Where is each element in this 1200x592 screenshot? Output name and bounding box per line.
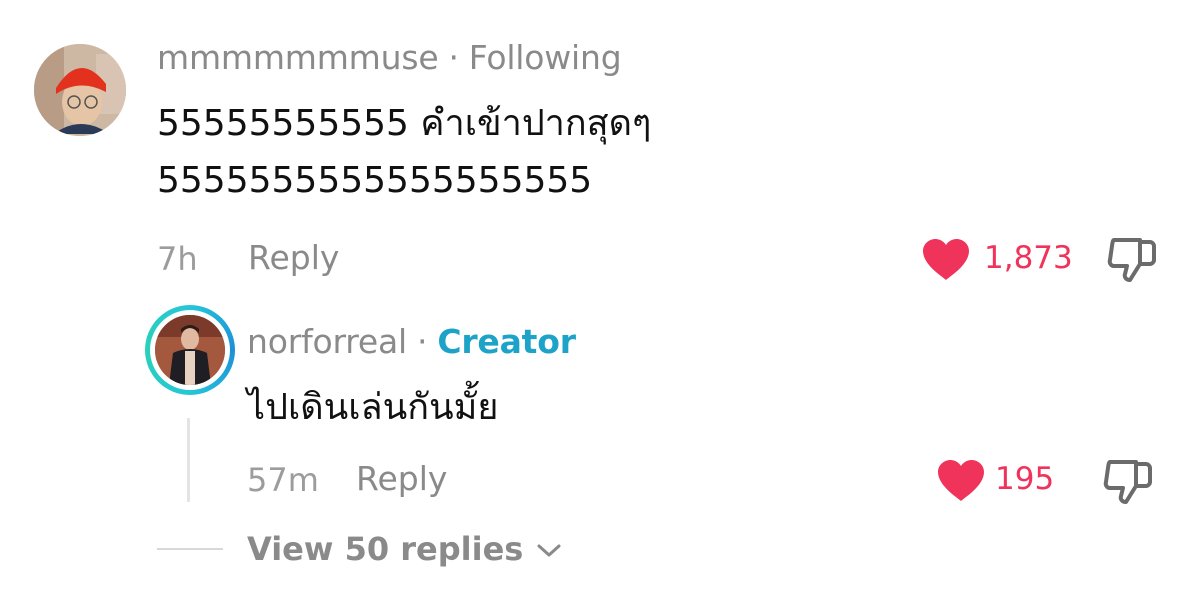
creator-badge: Creator xyxy=(437,322,576,361)
heart-icon xyxy=(923,239,969,280)
header-separator: · xyxy=(448,38,459,77)
reply-dislike-button[interactable] xyxy=(1102,458,1154,510)
reply-reply-button[interactable]: Reply xyxy=(356,459,447,498)
avatar-image xyxy=(155,315,225,385)
thread-line xyxy=(187,418,190,502)
reply-username[interactable]: norforreal xyxy=(247,322,407,361)
reply-like-count: 195 xyxy=(995,461,1055,497)
comment-like-count: 1,873 xyxy=(984,240,1073,276)
chevron-down-icon xyxy=(537,544,561,557)
comment-thread: mmmmmmmuse · Following 55555555555 คำเข้าป… xyxy=(0,0,1200,592)
comment-text-line-2: 5555555555555555555 xyxy=(157,160,593,201)
reply-header: norforreal · Creator xyxy=(247,322,576,361)
comment-reply-button[interactable]: Reply xyxy=(248,238,339,277)
view-replies-divider xyxy=(157,548,223,550)
thumbs-down-icon xyxy=(1103,460,1152,504)
commenter-username[interactable]: mmmmmmmuse xyxy=(157,38,439,77)
commenter-avatar[interactable] xyxy=(34,44,126,136)
header-separator: · xyxy=(417,322,428,361)
comment-timestamp: 7h xyxy=(157,240,198,278)
creator-avatar-ring[interactable] xyxy=(145,305,235,395)
reply-like-button[interactable] xyxy=(936,459,986,507)
creator-avatar xyxy=(155,315,225,385)
comment-like-button[interactable] xyxy=(921,238,971,286)
heart-icon xyxy=(938,460,984,501)
comment-text-line-1: 55555555555 คำเข้าปากสุดๆ xyxy=(157,103,652,144)
comment-header: mmmmmmmuse · Following xyxy=(157,38,622,77)
reply-text: ไปเดินเล่นกันมั้ย xyxy=(247,387,499,428)
view-replies-label: View 50 replies xyxy=(247,530,524,568)
view-replies-button[interactable]: View 50 replies xyxy=(247,530,562,568)
thumbs-down-icon xyxy=(1107,238,1156,282)
reply-timestamp: 57m xyxy=(247,461,319,499)
comment-dislike-button[interactable] xyxy=(1106,236,1158,288)
avatar-image xyxy=(34,44,126,136)
following-label: Following xyxy=(468,38,622,77)
avatar-ring-gap xyxy=(150,310,230,390)
